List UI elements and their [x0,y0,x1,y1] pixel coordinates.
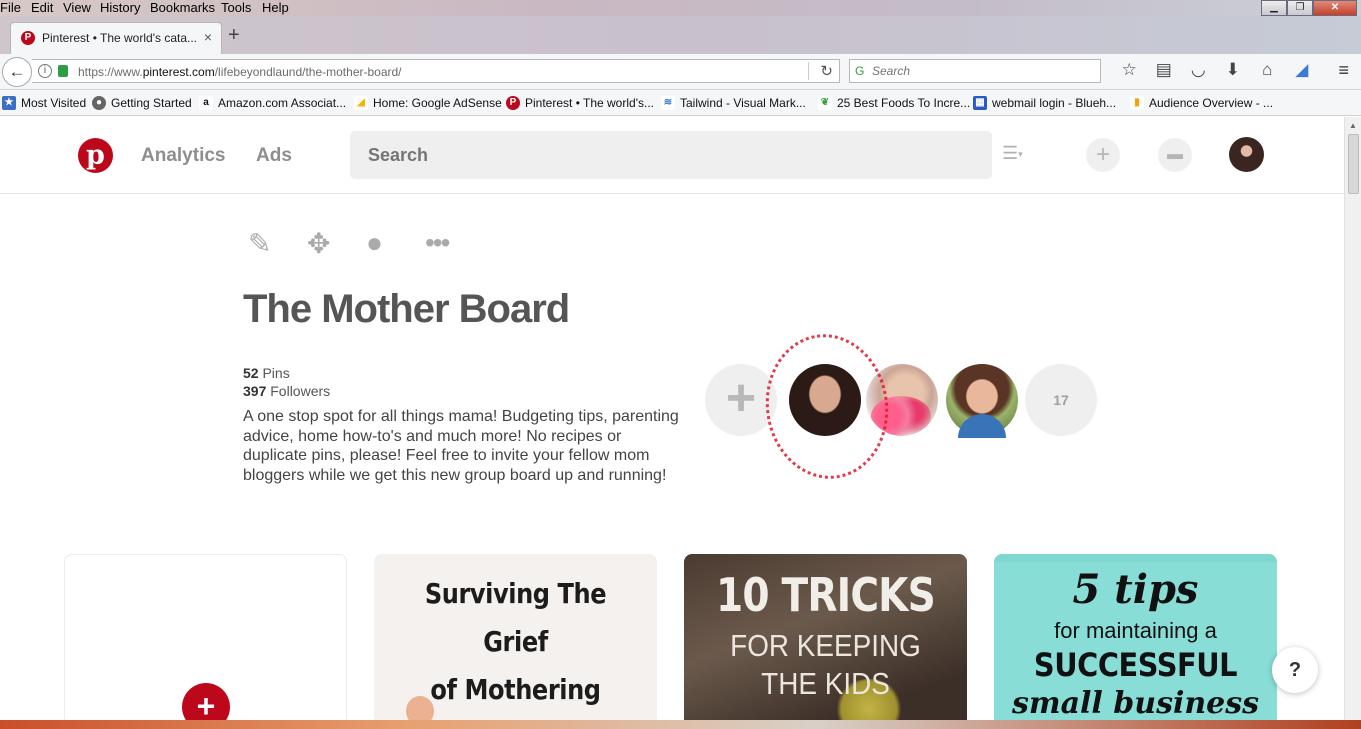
pinterest-page: p Analytics Ads ☰▾ + ▬ ✎ ✥ ● ••• The Mot… [0,117,1344,729]
menu-help[interactable]: Help [262,0,289,15]
more-dots-icon[interactable]: ••• [425,227,484,260]
browser-search-input[interactable] [872,63,1092,79]
firefox-icon: ● [92,96,106,110]
board-description: A one stop spot for all things mama! Bud… [243,408,679,484]
messages-icon[interactable]: ▬ [1158,138,1192,172]
board-actions: ✎ ✥ ● ••• [248,227,484,260]
toolbar-icons: ☆ ▤ ◡ ⬇ ⌂ ◢ [1112,60,1319,80]
pin-subline: for maintaining a [1054,618,1217,643]
bookmark-most-visited[interactable]: ★ Most Visited [2,96,86,110]
tab-close-icon[interactable]: × [204,29,212,45]
pin-card-grief[interactable]: Surviving The Grief of Mothering Without… [374,554,657,729]
edit-pencil-icon[interactable]: ✎ [248,227,307,260]
bookmark-amazon[interactable]: a Amazon.com Associat... [199,96,346,110]
amazon-icon: a [199,96,213,110]
help-button[interactable]: ? [1272,647,1318,693]
menu-edit[interactable]: Edit [31,0,53,15]
bookmark-adsense[interactable]: ◢ Home: Google AdSense [354,96,502,110]
home-icon[interactable]: ⌂ [1250,60,1285,80]
pin-subline: FOR KEEPING [730,628,921,663]
address-bar[interactable]: i https://www.pinterest.com/lifebeyondla… [32,59,840,83]
more-collaborators-count[interactable]: 17 [1025,364,1097,436]
pin-subline: SUCCESSFUL [1033,646,1238,684]
pin-subline: THE KIDS [761,666,890,701]
pinterest-logo-icon[interactable]: p [78,138,113,173]
menu-view[interactable]: View [63,0,91,15]
search-engine-icon: G [855,64,865,78]
avatar-shirt [958,414,1006,438]
collaborator-avatar-3[interactable] [946,364,1018,438]
pin-subline: small business [1011,686,1260,721]
pin-card-tricks[interactable]: 10 TRICKS FOR KEEPING THE KIDS [684,554,967,729]
bookmark-webmail[interactable]: ▦ webmail login - Blueh... [973,96,1116,110]
list-view-icon[interactable]: ☰▾ [1002,143,1023,164]
analytics-icon: ▮ [1130,96,1144,110]
annotation-circle [756,326,898,487]
address-separator [808,62,809,80]
url-text[interactable]: https://www.pinterest.com/lifebeyondlaun… [78,65,402,79]
menu-hamburger-icon[interactable]: ≡ [1338,60,1349,81]
menu-history[interactable]: History [100,0,140,15]
menu-bookmarks[interactable]: Bookmarks [150,0,215,15]
bookmarks-toolbar: ★ Most Visited ● Getting Started a Amazon.c… [0,90,1361,116]
browser-search-box[interactable]: G [849,59,1101,83]
adsense-icon: ◢ [354,96,368,110]
bookmark-audience-overview[interactable]: ▮ Audience Overview - ... [1130,96,1273,110]
nav-ads[interactable]: Ads [256,145,292,167]
pocket-icon[interactable]: ◡ [1181,60,1216,80]
pinterest-favicon-icon: P [21,31,35,45]
bookmark-star-icon[interactable]: ☆ [1112,60,1147,80]
taskbar-strip [0,720,1361,729]
tailwind-icon: ≋ [661,96,675,110]
menu-file[interactable]: File [0,0,21,15]
reload-icon[interactable]: ↻ [820,62,833,80]
page-scrollbar[interactable]: ▲ [1344,117,1361,720]
bookmark-tailwind[interactable]: ≋ Tailwind - Visual Mark... [661,96,806,110]
add-pin-card[interactable]: + [64,554,347,729]
create-plus-button[interactable]: + [1086,138,1120,172]
comment-bubble-icon[interactable]: ● [366,227,425,260]
pinterest-header: p Analytics Ads ☰▾ + ▬ [0,117,1344,194]
pin-headline: 5 tips [1072,566,1199,613]
extension-icon[interactable]: ◢ [1285,60,1320,80]
window-controls: ▁ ❐ ✕ [1261,0,1357,16]
back-button[interactable]: ← [2,57,32,87]
download-icon[interactable]: ⬇ [1216,60,1251,80]
most-visited-icon: ★ [2,96,16,110]
bookmark-pinterest[interactable]: P Pinterest • The world's... [506,96,654,110]
bookmark-best-foods[interactable]: ❦ 25 Best Foods To Incre... [818,96,970,110]
tab-pinterest[interactable]: P Pinterest • The world's cata... × [10,22,222,54]
scrollbar-thumb[interactable] [1348,134,1359,194]
bookmark-getting-started[interactable]: ● Getting Started [92,96,192,110]
move-arrows-icon[interactable]: ✥ [307,227,366,260]
lock-icon [58,65,68,77]
pin-headline: 10 TRICKS [716,568,936,622]
minimize-button[interactable]: ▁ [1261,0,1287,16]
new-tab-button[interactable]: + [228,24,240,47]
profile-avatar[interactable] [1229,137,1264,172]
leaf-icon: ❦ [818,96,832,110]
nav-analytics[interactable]: Analytics [141,145,225,167]
tab-title: Pinterest • The world's cata... [42,31,198,45]
board-title: The Mother Board [243,287,570,331]
pins-count[interactable]: 52 Pins [243,365,290,381]
reading-list-icon[interactable]: ▤ [1147,60,1182,80]
tab-bar: P Pinterest • The world's cata... × + [0,16,1361,54]
info-icon[interactable]: i [38,64,52,78]
maximize-button[interactable]: ❐ [1287,0,1313,16]
pin-card-tips[interactable]: 5 tips for maintaining a SUCCESSFUL smal… [994,554,1277,729]
pinterest-bookmark-icon: P [506,96,520,110]
grid-icon: ▦ [973,96,987,110]
menu-tools[interactable]: Tools [221,0,251,15]
navigation-bar: ← i https://www.pinterest.com/lifebeyond… [0,54,1361,90]
close-window-button[interactable]: ✕ [1313,0,1357,16]
pinterest-search-input[interactable] [350,131,992,179]
menu-bar: File Edit View History Bookmarks Tools H… [0,0,1361,16]
scroll-up-icon[interactable]: ▲ [1349,121,1357,130]
followers-count[interactable]: 397 Followers [243,383,330,399]
